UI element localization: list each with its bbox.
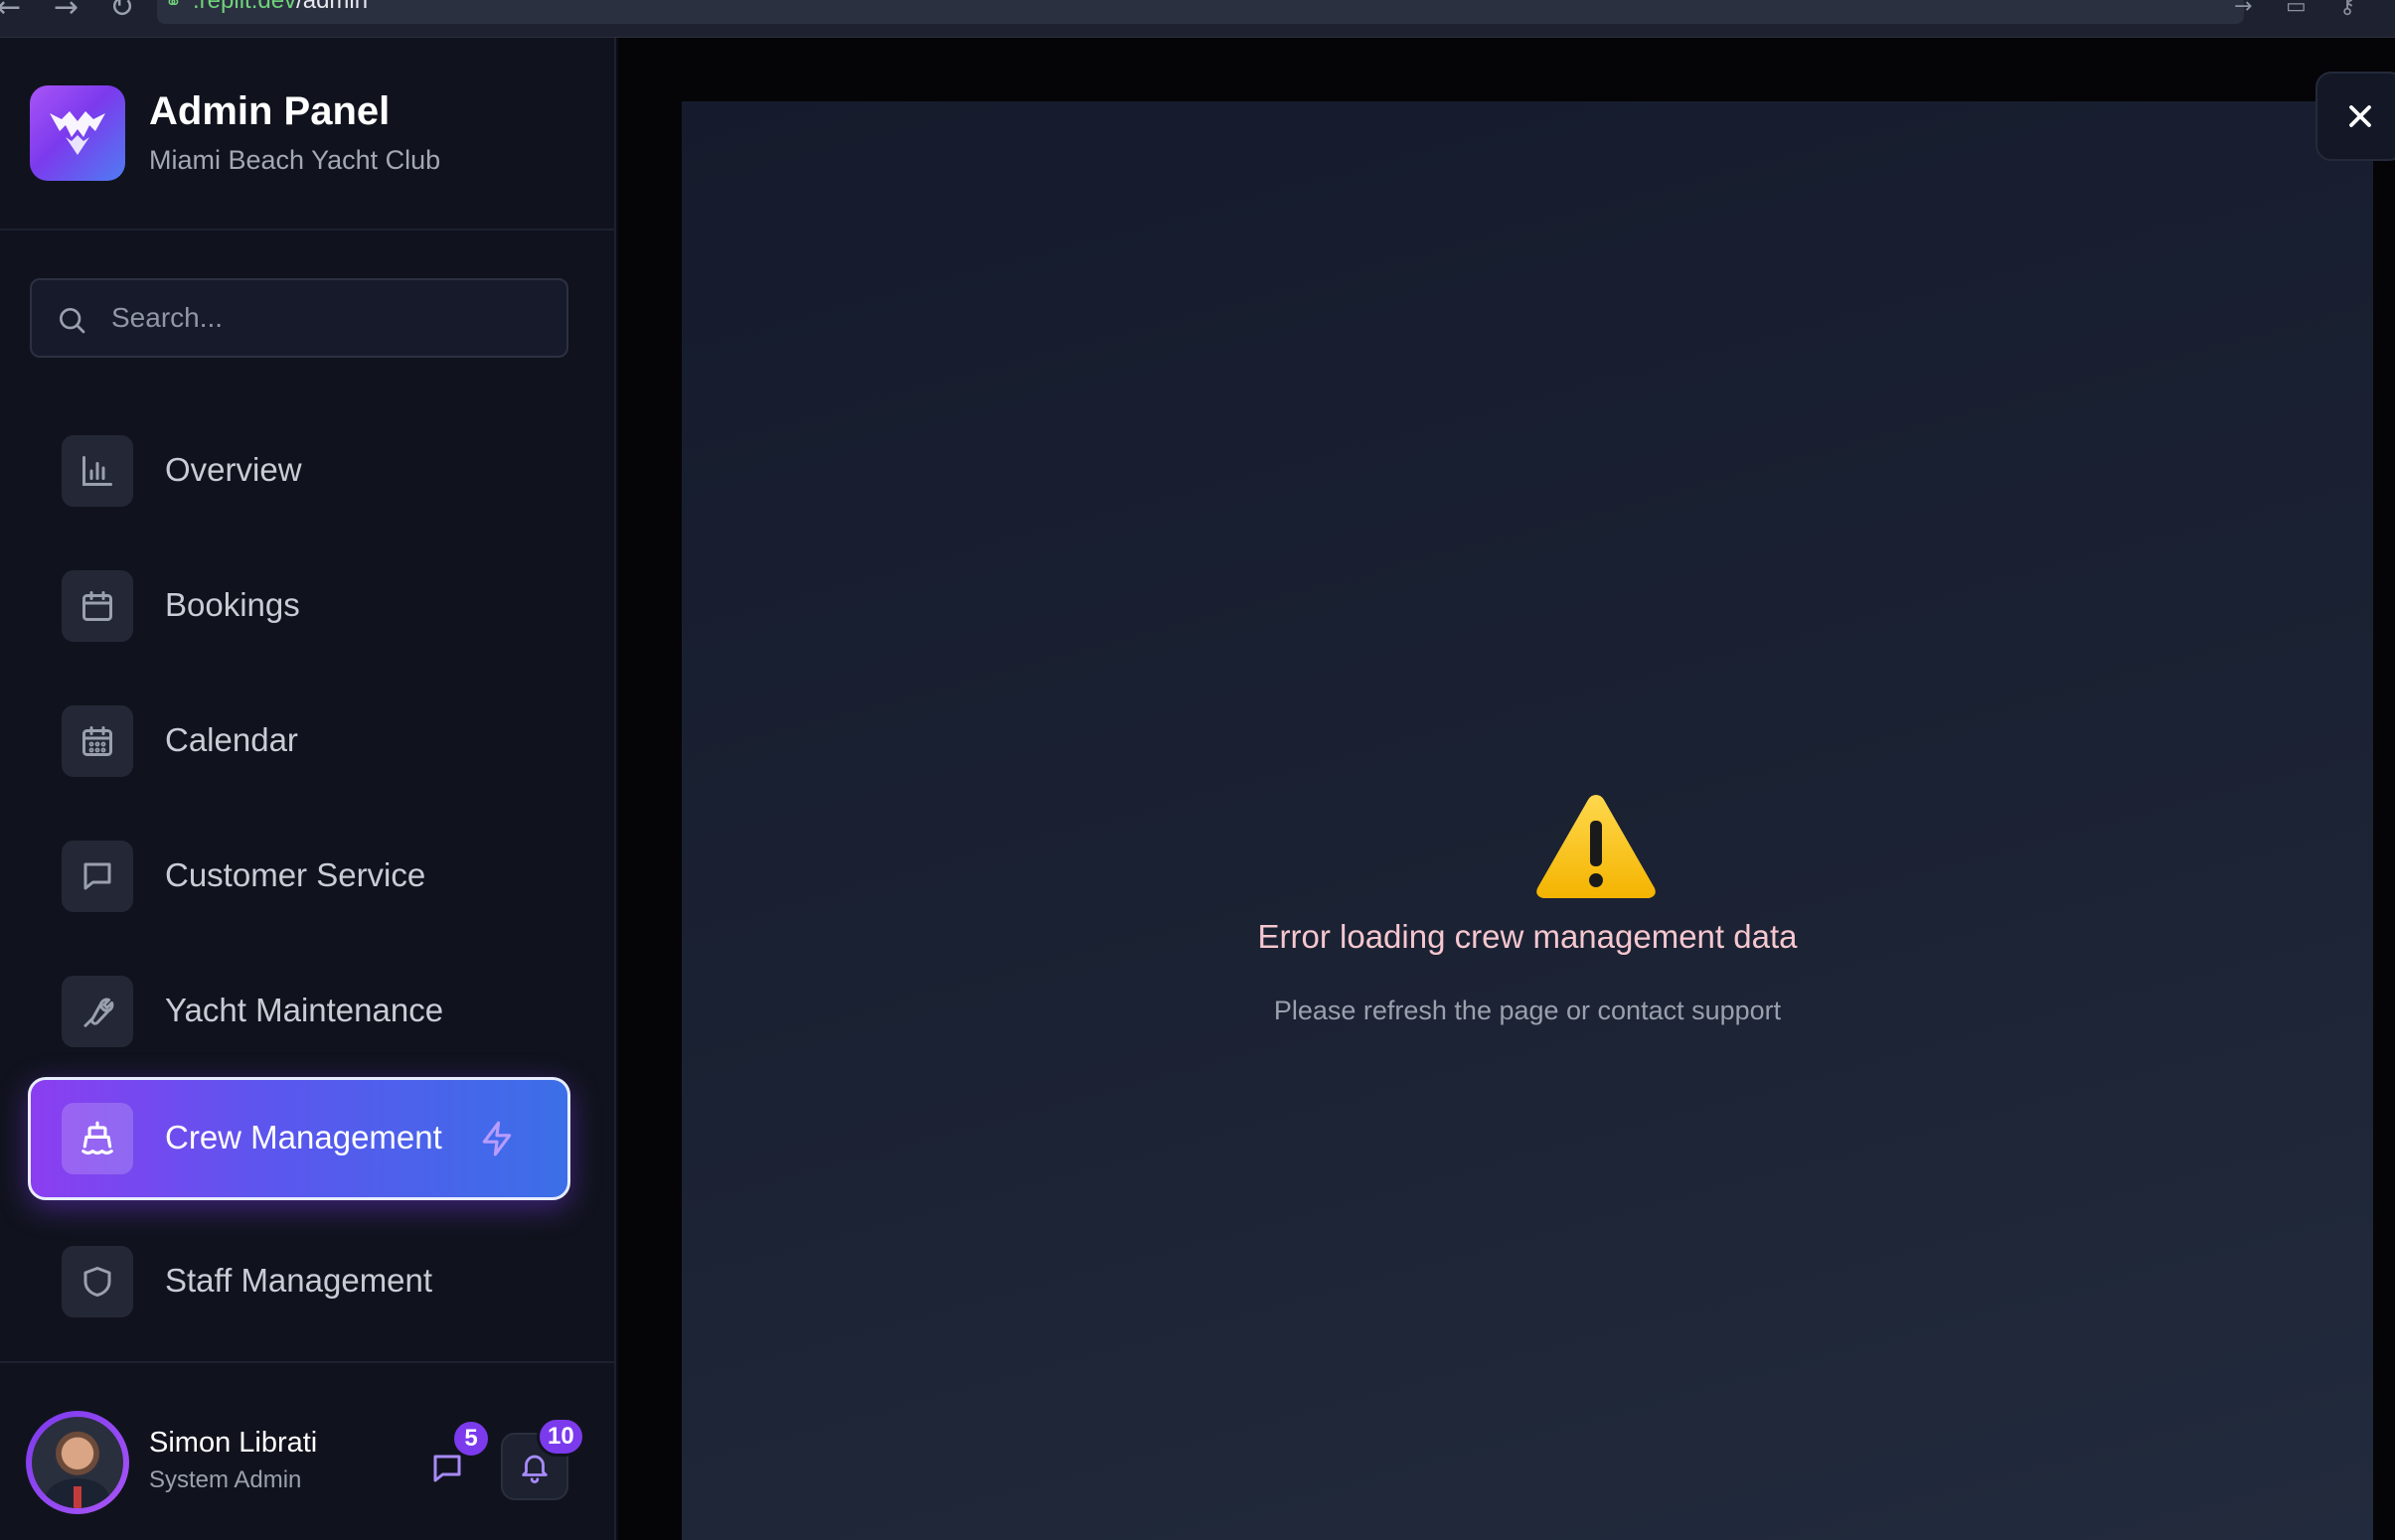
user-name: Simon Librati [149, 1427, 318, 1459]
avatar-image [32, 1417, 123, 1508]
forward-icon[interactable]: → [54, 0, 79, 25]
sidebar-item-label: Overview [165, 451, 302, 488]
notifications-button[interactable]: 10 [501, 1417, 585, 1500]
avatar[interactable] [26, 1411, 129, 1514]
crew-management-panel: Error loading crew management data Pleas… [682, 101, 2373, 1540]
ship-icon [62, 1103, 133, 1174]
reload-icon[interactable]: ↻ [109, 0, 134, 25]
sidebar-item-overview[interactable]: Overview [28, 409, 570, 533]
error-subtitle: Please refresh the page or contact suppo… [1273, 996, 1782, 1025]
sidebar-item-label: Bookings [165, 586, 300, 623]
link-icon: ⚭ [165, 0, 182, 14]
sidebar: Admin Panel Miami Beach Yacht Club Overv… [0, 38, 616, 1540]
user-role: System Admin [149, 1466, 302, 1493]
close-button[interactable] [2315, 72, 2395, 161]
sidebar-item-label: Crew Management [165, 1119, 442, 1155]
zap-icon [482, 1121, 512, 1156]
brand-logo-icon[interactable] [30, 85, 125, 181]
sidebar-item-crew-management[interactable]: Crew Management [28, 1077, 570, 1200]
bar-chart-icon [62, 435, 133, 507]
error-title: Error loading crew management data [1257, 918, 1798, 955]
sidebar-item-calendar[interactable]: Calendar [28, 680, 570, 803]
sidebar-item-label: Staff Management [165, 1262, 433, 1299]
close-icon [2349, 105, 2371, 127]
bell-icon [522, 1455, 548, 1483]
messages-button[interactable]: 5 [425, 1419, 491, 1492]
browser-toolbar: ← → ↻ ⚭ .replit.dev/admin → ▭ ⚷ [0, 0, 2395, 38]
user-footer: Simon Librati System Admin 5 10 [0, 1361, 616, 1540]
back-icon[interactable]: ← [0, 0, 21, 25]
app-title: Admin Panel [149, 89, 391, 133]
search-box[interactable] [30, 278, 568, 358]
main-content: Error loading crew management data Pleas… [618, 38, 2395, 1540]
sidebar-item-bookings[interactable]: Bookings [28, 544, 570, 668]
search-input[interactable] [111, 280, 549, 356]
search-icon [60, 308, 85, 334]
key-icon[interactable]: ⚷ [2339, 0, 2355, 19]
brand-header: Admin Panel Miami Beach Yacht Club [0, 38, 616, 231]
message-icon [433, 1455, 461, 1482]
sidebar-item-label: Yacht Maintenance [165, 992, 444, 1028]
sidebar-item-label: Calendar [165, 721, 298, 758]
address-bar[interactable]: ⚭ .replit.dev/admin [157, 0, 2244, 24]
share-icon[interactable]: → [2234, 0, 2252, 19]
messages-badge: 5 [451, 1419, 491, 1459]
calendar-grid-icon [62, 705, 133, 777]
app-subtitle: Miami Beach Yacht Club [149, 145, 441, 175]
notifications-badge: 10 [537, 1417, 585, 1457]
sidebar-item-yacht-maintenance[interactable]: Yacht Maintenance [28, 950, 570, 1073]
sidebar-item-customer-service[interactable]: Customer Service [28, 815, 570, 938]
url-text: .replit.dev/admin [193, 0, 369, 14]
warning-icon [1536, 795, 1656, 898]
sidebar-item-label: Customer Service [165, 856, 426, 893]
sidebar-item-staff-management[interactable]: Staff Management [28, 1220, 570, 1343]
message-square-icon [62, 841, 133, 912]
calendar-icon [62, 570, 133, 642]
wrench-icon [62, 976, 133, 1047]
shield-icon [62, 1246, 133, 1317]
desktop-icon[interactable]: ▭ [2286, 0, 2307, 19]
